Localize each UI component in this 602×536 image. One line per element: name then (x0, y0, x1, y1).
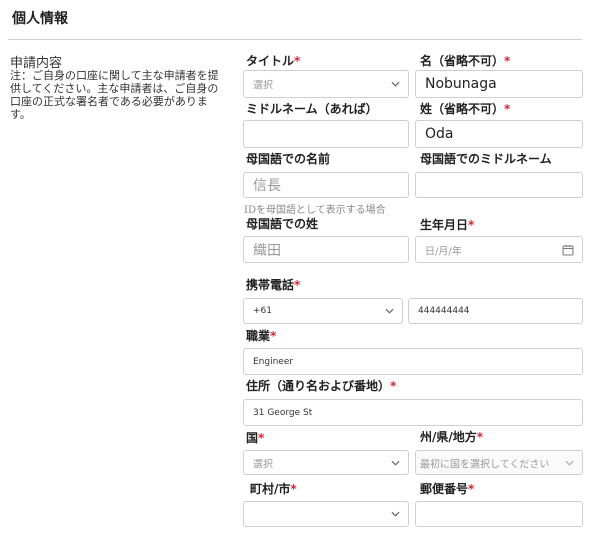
first-name-label: 名（省略不可）* (420, 54, 511, 68)
mobile-number-input[interactable]: 444444444 (408, 298, 583, 324)
city-select[interactable] (243, 501, 409, 527)
postal-code-label: 郵便番号* (420, 482, 475, 496)
section-title: 個人情報 (12, 11, 68, 27)
state-label: 州/県/地方* (420, 430, 484, 444)
address-label: 住所（通り名および番地）* (246, 379, 397, 393)
state-select[interactable]: 最初に国を選択してください (415, 450, 583, 475)
chevron-down-icon (391, 511, 400, 517)
postal-code-input[interactable] (415, 501, 583, 527)
country-label: 国* (246, 431, 265, 445)
native-middle-name-input[interactable] (415, 172, 583, 198)
middle-name-label: ミドルネーム（あれば） (246, 102, 378, 116)
chevron-down-icon (391, 460, 400, 466)
birth-date-input[interactable]: 日/月/年 (415, 236, 583, 263)
native-first-name-input[interactable]: 信長 (243, 172, 409, 198)
mobile-label: 携帯電話* (246, 278, 301, 292)
title-select[interactable]: 選択 (243, 70, 409, 98)
calendar-icon[interactable] (562, 244, 574, 256)
chevron-down-icon (385, 308, 394, 314)
middle-name-input[interactable] (243, 120, 409, 148)
city-label: 町村/市* (250, 482, 297, 496)
title-label: タイトル* (246, 54, 301, 68)
chevron-down-icon (565, 460, 574, 466)
last-name-label: 姓（省略不可）* (420, 102, 511, 116)
country-code-select[interactable]: +61 (243, 298, 403, 324)
occupation-input[interactable]: Engineer (243, 348, 583, 375)
side-note: 注：ご自身の口座に関して主な申請者を提供してください。主な申請者は、ご自身の口座… (10, 69, 219, 121)
native-last-name-input[interactable]: 織田 (243, 236, 409, 263)
occupation-label: 職業* (246, 329, 277, 343)
first-name-input[interactable]: Nobunaga (415, 70, 583, 98)
native-first-name-label: 母国語での名前 (246, 152, 331, 166)
country-select[interactable]: 選択 (243, 450, 409, 475)
last-name-input[interactable]: Oda (415, 120, 583, 148)
native-name-hint: IDを母国語として表示する場合 (244, 205, 386, 216)
chevron-down-icon (391, 81, 400, 87)
native-last-name-label: 母国語での姓 (246, 217, 319, 231)
divider (8, 39, 582, 40)
native-middle-name-label: 母国語でのミドルネーム (420, 152, 552, 166)
address-input[interactable]: 31 George St (243, 399, 583, 426)
birth-date-label: 生年月日* (420, 218, 475, 232)
